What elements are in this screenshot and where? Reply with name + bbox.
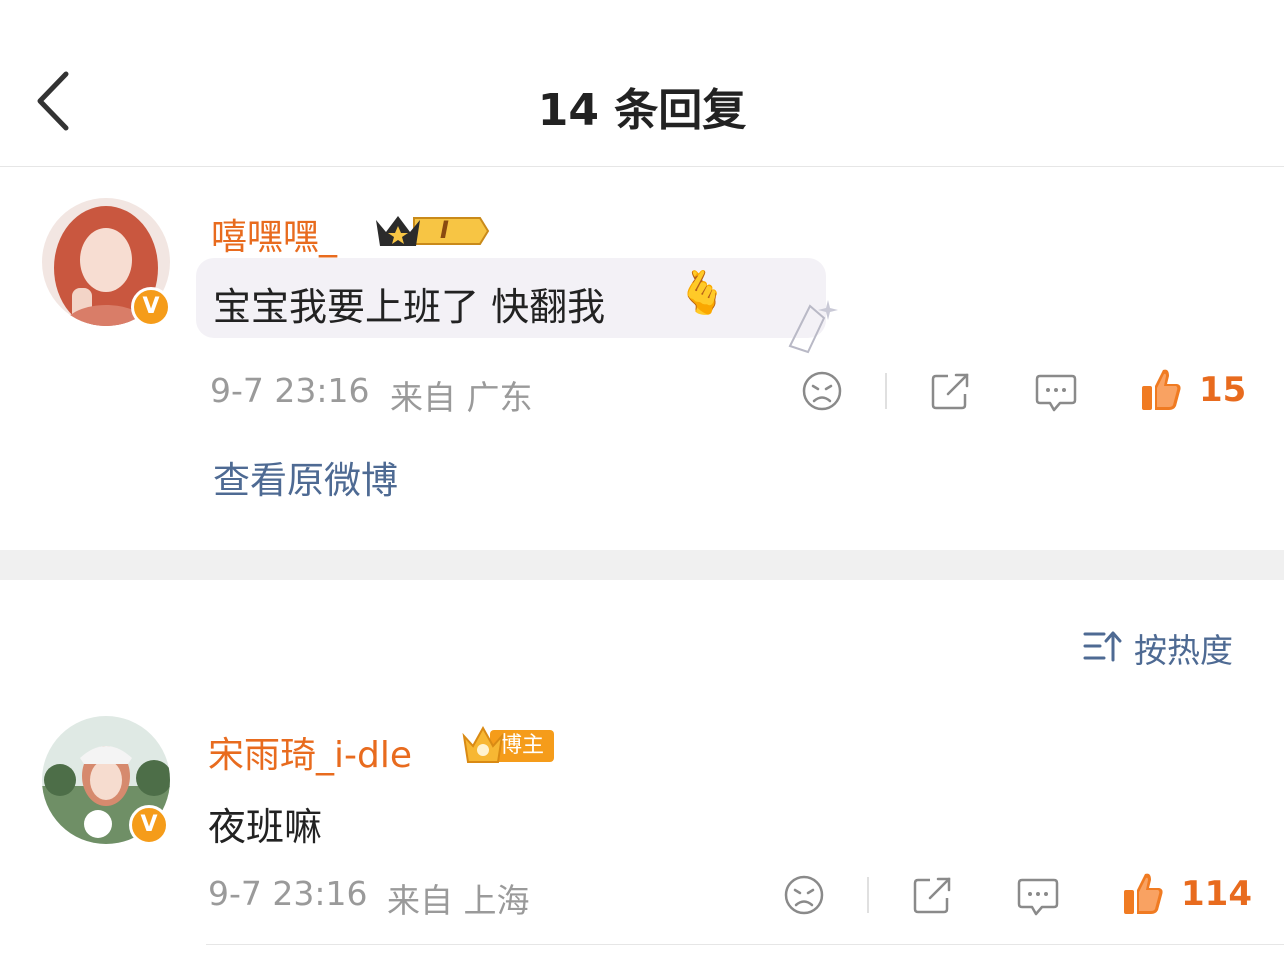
comment-icon[interactable] [1016,876,1060,918]
divider [867,877,869,913]
like-button[interactable]: 15 [1139,366,1249,414]
username[interactable]: 嘻嘿嘿_ [211,208,337,260]
share-icon[interactable] [930,370,972,412]
finger-heart-emoji: 🫰 [676,268,729,317]
divider [206,944,1284,945]
comment-location: 来自 广东 [390,378,533,417]
like-count: 15 [1199,370,1247,410]
crown-icon [462,725,504,763]
blogger-badge: 博主 [460,724,572,766]
bubble-decoration-icon [788,300,838,354]
verified-icon: V [129,805,169,845]
top-bar: 14 条回复 [0,0,1284,167]
crown-icon [376,216,490,246]
sad-face-icon[interactable] [783,874,825,916]
sort-icon [1083,631,1122,662]
thumbs-up-icon [1124,873,1163,914]
section-divider [0,550,1284,580]
comment-text: 宝宝我要上班了 快翻我 [213,285,606,329]
comment-time: 9-7 23:16 [210,371,370,410]
share-icon[interactable] [912,874,954,916]
level-label: I [440,216,449,244]
sad-face-icon[interactable] [801,370,843,412]
page-title: 14 条回复 [537,85,747,136]
reply-text: 夜班嘛 [208,805,323,849]
member-badge[interactable]: I [372,210,490,252]
like-count: 114 [1181,874,1252,914]
reply-time: 9-7 23:16 [208,874,368,913]
reply-location: 来自 上海 [387,881,530,920]
thumbs-up-icon [1142,369,1181,410]
like-button[interactable]: 114 [1121,870,1252,918]
username[interactable]: 宋雨琦_i-dle [208,726,412,778]
comment-icon[interactable] [1034,372,1078,414]
verified-icon: V [131,287,171,327]
view-original-link[interactable]: 查看原微博 [213,450,398,504]
sort-label: 按热度 [1134,631,1233,670]
divider [885,373,887,409]
